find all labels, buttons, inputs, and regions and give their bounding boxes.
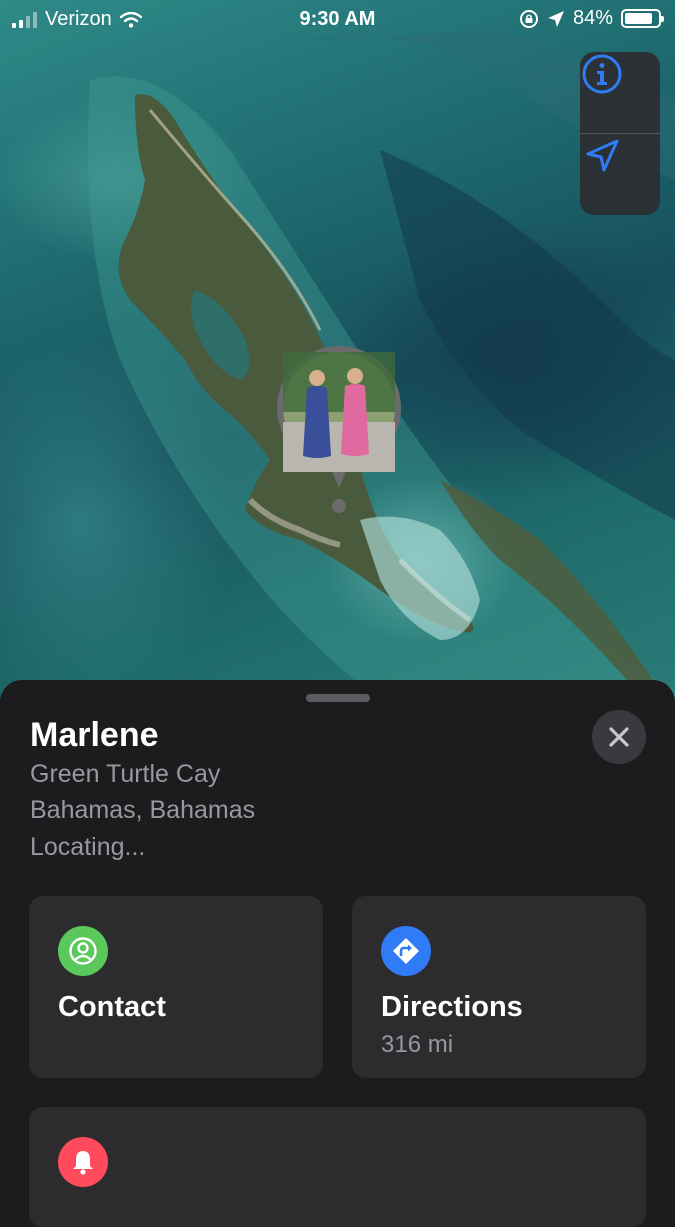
location-status: Locating... [30, 833, 146, 861]
battery-percent: 84% [572, 7, 613, 29]
map-view[interactable] [0, 0, 675, 700]
location-arrow-icon [586, 139, 619, 172]
battery-icon [621, 9, 664, 28]
location-services-icon [547, 10, 564, 27]
carrier-group: Verizon [12, 8, 142, 31]
bell-icon [73, 1151, 93, 1175]
status-right-group: 84% [519, 7, 664, 30]
person-name: Marlene [30, 716, 159, 754]
contact-card[interactable]: Contact [29, 896, 323, 1078]
person-detail-sheet: Marlene Green Turtle Cay Bahamas, Bahama… [0, 680, 675, 1227]
notify-icon-circle [58, 1137, 108, 1187]
directions-distance: 316 mi [381, 1031, 454, 1058]
current-location-button[interactable] [580, 134, 660, 215]
status-bar: Verizon 9:30 AM 84% [0, 0, 675, 38]
location-line-2: Bahamas, Bahamas [30, 796, 256, 824]
location-line-1: Green Turtle Cay [30, 760, 221, 788]
directions-card[interactable]: Directions 316 mi [352, 896, 646, 1078]
directions-icon [393, 938, 419, 964]
orientation-lock-icon [519, 9, 538, 28]
directions-icon-circle [381, 926, 431, 976]
close-button[interactable] [592, 710, 646, 764]
contact-label: Contact [58, 991, 166, 1023]
cellular-signal-icon [12, 11, 37, 28]
info-icon [582, 54, 622, 94]
close-icon [609, 727, 629, 747]
info-button[interactable] [580, 52, 660, 133]
directions-label: Directions [381, 991, 523, 1023]
person-photo-pin-icon [277, 346, 401, 513]
map-controls [580, 52, 660, 215]
wifi-icon [119, 11, 142, 28]
contact-icon-circle [58, 926, 108, 976]
notifications-card[interactable] [29, 1107, 646, 1227]
person-location-pin[interactable] [275, 346, 403, 516]
person-icon [69, 937, 97, 965]
carrier-name: Verizon [45, 8, 112, 30]
sheet-grabber[interactable] [306, 694, 370, 702]
